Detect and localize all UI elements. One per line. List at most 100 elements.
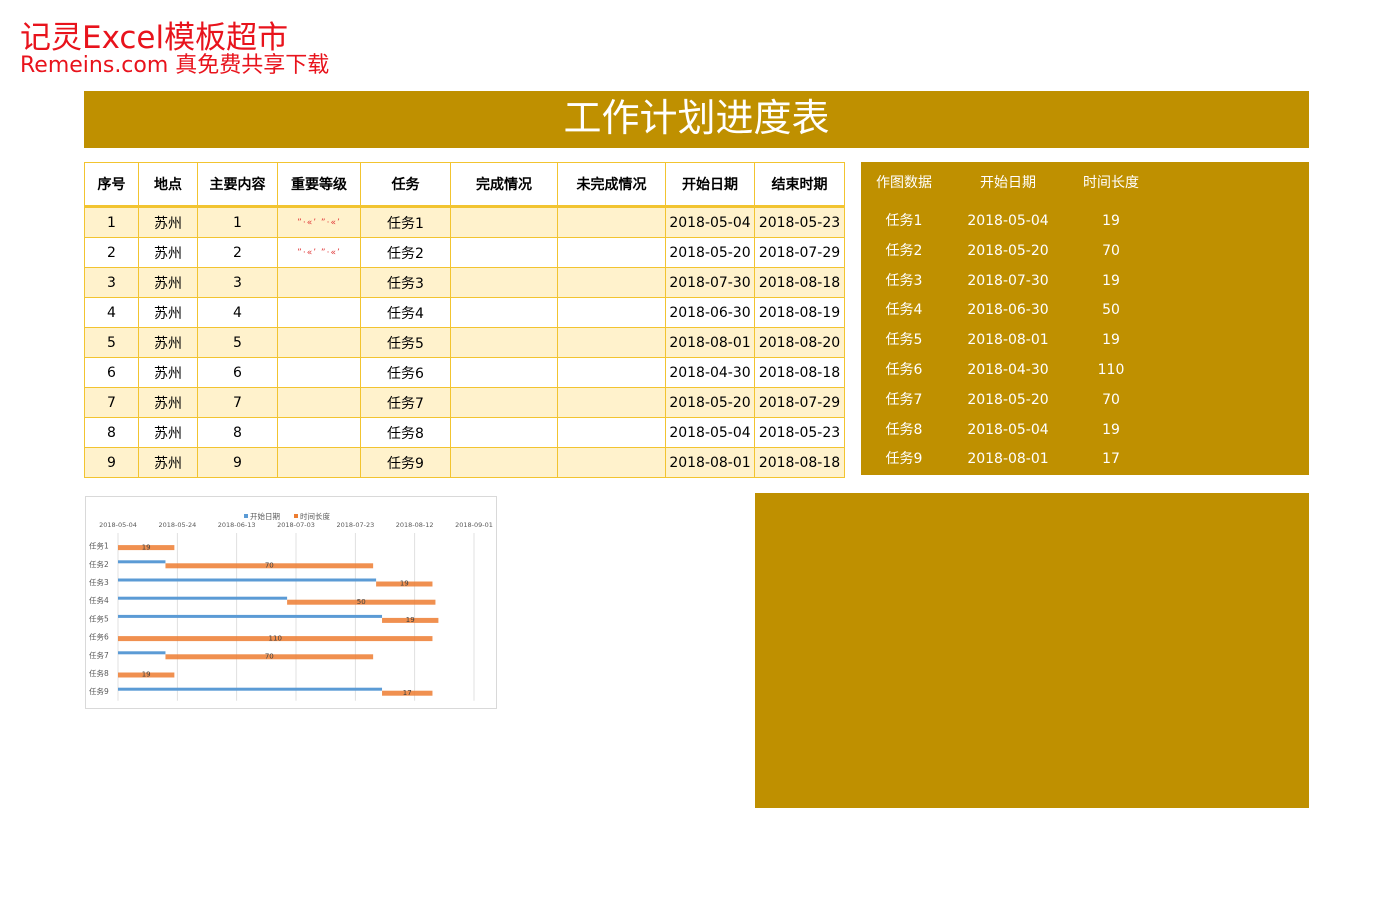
cell-undone[interactable] (557, 206, 666, 238)
cell-no[interactable]: 1 (84, 206, 139, 238)
header-start-date[interactable]: 开始日期 (665, 162, 755, 208)
chart-data-duration[interactable]: 17 (1069, 444, 1153, 474)
chart-data-duration[interactable]: 19 (1069, 415, 1153, 445)
chart-data-task[interactable]: 任务9 (861, 444, 947, 474)
cell-place[interactable]: 苏州 (138, 357, 198, 388)
header-content[interactable]: 主要内容 (197, 162, 278, 208)
cell-end-date[interactable]: 2018-05-23 (754, 206, 845, 238)
cell-start-date[interactable]: 2018-05-04 (665, 417, 755, 448)
cell-start-date[interactable]: 2018-05-20 (665, 237, 755, 268)
header-no[interactable]: 序号 (84, 162, 139, 208)
cell-level[interactable] (277, 297, 361, 328)
cell-task[interactable]: 任务4 (360, 297, 451, 328)
cell-undone[interactable] (557, 387, 666, 418)
chart-data-start[interactable]: 2018-07-30 (947, 266, 1069, 296)
cell-end-date[interactable]: 2018-08-18 (754, 357, 845, 388)
chart-data-task[interactable]: 任务3 (861, 266, 947, 296)
cell-done[interactable] (450, 206, 558, 238)
chart-data-start[interactable]: 2018-05-04 (947, 415, 1069, 445)
chart-data-start[interactable]: 2018-05-20 (947, 385, 1069, 415)
header-undone[interactable]: 未完成情况 (557, 162, 666, 208)
chart-data-start[interactable]: 2018-06-30 (947, 295, 1069, 325)
chart-data-start[interactable]: 2018-05-04 (947, 206, 1069, 236)
cell-undone[interactable] (557, 417, 666, 448)
cell-task[interactable]: 任务2 (360, 237, 451, 268)
cell-no[interactable]: 4 (84, 297, 139, 328)
cell-done[interactable] (450, 447, 558, 478)
cell-undone[interactable] (557, 357, 666, 388)
cell-content[interactable]: 8 (197, 417, 278, 448)
cell-no[interactable]: 3 (84, 267, 139, 298)
chart-data-start[interactable]: 2018-05-20 (947, 236, 1069, 266)
chart-data-start[interactable]: 2018-08-01 (947, 325, 1069, 355)
cell-content[interactable]: 5 (197, 327, 278, 358)
chart-data-task[interactable]: 任务7 (861, 385, 947, 415)
chart-data-header-duration[interactable]: 时间长度 (1069, 168, 1153, 198)
cell-content[interactable]: 7 (197, 387, 278, 418)
chart-data-task[interactable]: 任务8 (861, 415, 947, 445)
cell-content[interactable]: 6 (197, 357, 278, 388)
cell-task[interactable]: 任务5 (360, 327, 451, 358)
cell-end-date[interactable]: 2018-07-29 (754, 387, 845, 418)
chart-data-duration[interactable]: 70 (1069, 385, 1153, 415)
cell-place[interactable]: 苏州 (138, 447, 198, 478)
cell-task[interactable]: 任务8 (360, 417, 451, 448)
cell-start-date[interactable]: 2018-05-04 (665, 206, 755, 238)
chart-data-duration[interactable]: 19 (1069, 206, 1153, 236)
chart-data-header-start[interactable]: 开始日期 (947, 168, 1069, 198)
cell-undone[interactable] (557, 237, 666, 268)
cell-level[interactable] (277, 267, 361, 298)
cell-start-date[interactable]: 2018-07-30 (665, 267, 755, 298)
cell-undone[interactable] (557, 327, 666, 358)
header-done[interactable]: 完成情况 (450, 162, 558, 208)
cell-done[interactable] (450, 357, 558, 388)
cell-no[interactable]: 9 (84, 447, 139, 478)
header-level[interactable]: 重要等级 (277, 162, 361, 208)
cell-undone[interactable] (557, 297, 666, 328)
cell-end-date[interactable]: 2018-08-19 (754, 297, 845, 328)
cell-start-date[interactable]: 2018-05-20 (665, 387, 755, 418)
chart-data-task[interactable]: 任务2 (861, 236, 947, 266)
cell-place[interactable]: 苏州 (138, 206, 198, 238)
cell-level[interactable]: ”·«’ ”·«’ (277, 206, 361, 238)
chart-data-task[interactable]: 任务5 (861, 325, 947, 355)
cell-undone[interactable] (557, 267, 666, 298)
cell-end-date[interactable]: 2018-07-29 (754, 237, 845, 268)
cell-done[interactable] (450, 297, 558, 328)
cell-place[interactable]: 苏州 (138, 237, 198, 268)
cell-place[interactable]: 苏州 (138, 267, 198, 298)
chart-data-duration[interactable]: 110 (1069, 355, 1153, 385)
chart-data-task[interactable]: 任务6 (861, 355, 947, 385)
cell-task[interactable]: 任务6 (360, 357, 451, 388)
chart-data-start[interactable]: 2018-04-30 (947, 355, 1069, 385)
cell-place[interactable]: 苏州 (138, 327, 198, 358)
cell-done[interactable] (450, 417, 558, 448)
cell-place[interactable]: 苏州 (138, 417, 198, 448)
cell-done[interactable] (450, 327, 558, 358)
cell-done[interactable] (450, 267, 558, 298)
cell-content[interactable]: 2 (197, 237, 278, 268)
cell-start-date[interactable]: 2018-08-01 (665, 447, 755, 478)
chart-data-duration[interactable]: 19 (1069, 325, 1153, 355)
cell-place[interactable]: 苏州 (138, 387, 198, 418)
cell-level[interactable] (277, 357, 361, 388)
cell-level[interactable]: ”·«’ ”·«’ (277, 237, 361, 268)
cell-end-date[interactable]: 2018-08-20 (754, 327, 845, 358)
header-end-date[interactable]: 结束时期 (754, 162, 845, 208)
header-task[interactable]: 任务 (360, 162, 451, 208)
cell-content[interactable]: 1 (197, 206, 278, 238)
cell-end-date[interactable]: 2018-05-23 (754, 417, 845, 448)
cell-no[interactable]: 5 (84, 327, 139, 358)
header-place[interactable]: 地点 (138, 162, 198, 208)
chart-data-duration[interactable]: 70 (1069, 236, 1153, 266)
cell-level[interactable] (277, 447, 361, 478)
cell-start-date[interactable]: 2018-04-30 (665, 357, 755, 388)
cell-content[interactable]: 3 (197, 267, 278, 298)
cell-done[interactable] (450, 237, 558, 268)
cell-start-date[interactable]: 2018-06-30 (665, 297, 755, 328)
cell-no[interactable]: 6 (84, 357, 139, 388)
cell-level[interactable] (277, 417, 361, 448)
cell-done[interactable] (450, 387, 558, 418)
chart-data-task[interactable]: 任务4 (861, 295, 947, 325)
cell-no[interactable]: 8 (84, 417, 139, 448)
